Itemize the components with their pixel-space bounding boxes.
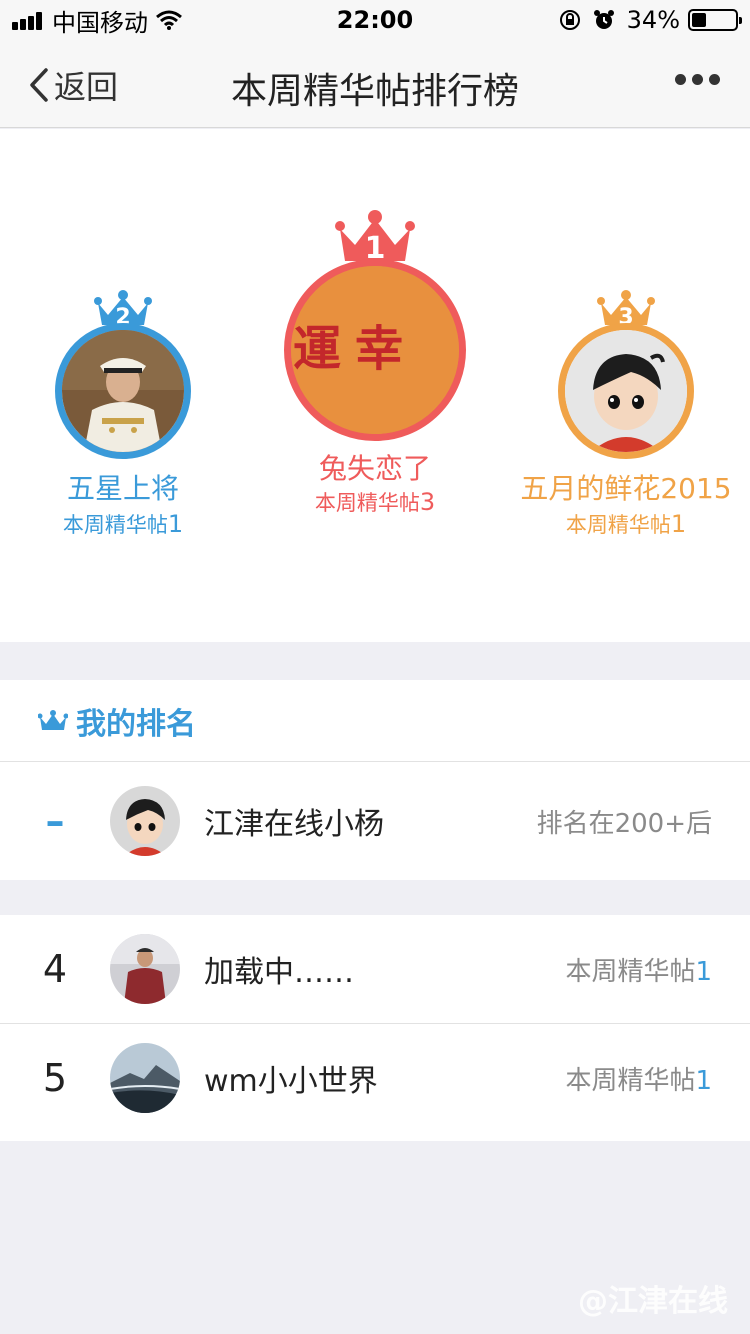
count-value: 1: [695, 1065, 712, 1096]
more-dot: [692, 74, 703, 85]
post-count: 本周精华帖1: [565, 1060, 712, 1097]
rotation-lock-icon: [559, 10, 580, 30]
avatar-lucky-text: 幸運: [284, 323, 402, 377]
count-label: 本周精华帖: [314, 491, 420, 515]
podium-name: 五星上将: [66, 472, 179, 505]
post-count: 本周精华帖1: [565, 951, 712, 988]
rank-number: 5: [42, 1056, 68, 1100]
user-name: 加载中……: [204, 955, 354, 990]
battery-percent: 34%: [626, 6, 680, 34]
count-value: 3: [419, 488, 436, 516]
podium-count: 本周精华帖1: [20, 509, 226, 539]
avatar: [558, 323, 694, 459]
podium-count: 本周精华帖1: [514, 509, 738, 539]
podium-name: 兔失恋了: [318, 452, 431, 485]
count-label: 本周精华帖: [62, 513, 168, 537]
my-rank-header: 我的排名: [0, 680, 750, 762]
count-label: 本周精华帖: [565, 513, 671, 537]
alarm-icon: [593, 10, 614, 29]
user-name: 江津在线小杨: [204, 807, 384, 842]
rank-number: 4: [42, 947, 68, 991]
more-dot: [709, 74, 720, 85]
avatar: 幸運: [284, 259, 466, 441]
podium-rank-2[interactable]: 2 五星上将 本周精华帖1: [20, 289, 226, 539]
crown-icon: [38, 709, 68, 730]
status-bar: 中国移动 22:00 34%: [0, 0, 750, 40]
podium-rank-3[interactable]: 3 五月的鲜花2015 本周精华帖1: [514, 289, 738, 539]
podium-count: 本周精华帖3: [265, 487, 485, 517]
avatar: [110, 934, 180, 1004]
ranking-list: 4 加载中…… 本周精华帖1 5 wm小小世界 本周精华帖1: [0, 915, 750, 1141]
battery-icon: [688, 9, 742, 31]
more-dot: [675, 74, 686, 85]
status-right: 34%: [559, 6, 742, 34]
my-rank-title: 我的排名: [76, 706, 196, 742]
count-label: 本周精华帖: [565, 1065, 696, 1096]
count-value: 1: [670, 510, 687, 538]
my-rank-row[interactable]: – 江津在线小杨 排名在200+后: [0, 762, 750, 880]
watermark: @江津在线: [578, 1284, 728, 1319]
podium-name: 五月的鲜花2015: [520, 472, 732, 505]
count-label: 本周精华帖: [565, 956, 696, 987]
user-name: wm小小世界: [204, 1064, 378, 1099]
my-rank-section: 我的排名 – 江津在线小杨 排名在200+后: [0, 680, 750, 880]
page-title: 本周精华帖排行榜: [230, 71, 519, 112]
rank-status: 排名在200+后: [536, 808, 712, 839]
avatar: [55, 323, 191, 459]
more-button[interactable]: [669, 74, 720, 85]
count-value: 1: [695, 956, 712, 987]
nav-bar: 返回 本周精华帖排行榜: [0, 40, 750, 128]
avatar: [110, 786, 180, 856]
rank-number: –: [45, 799, 65, 843]
list-item[interactable]: 4 加载中…… 本周精华帖1: [0, 915, 750, 1023]
avatar: [110, 1043, 180, 1113]
top-three-podium: 2 五星上将 本周精华帖1 1 幸運 兔失恋了 本周精华帖3 3 五月的鲜花20…: [0, 129, 750, 642]
list-item[interactable]: 5 wm小小世界 本周精华帖1: [0, 1024, 750, 1132]
battery-fill: [692, 13, 707, 27]
count-value: 1: [167, 510, 184, 538]
podium-rank-1[interactable]: 1 幸運 兔失恋了 本周精华帖3: [265, 209, 485, 519]
